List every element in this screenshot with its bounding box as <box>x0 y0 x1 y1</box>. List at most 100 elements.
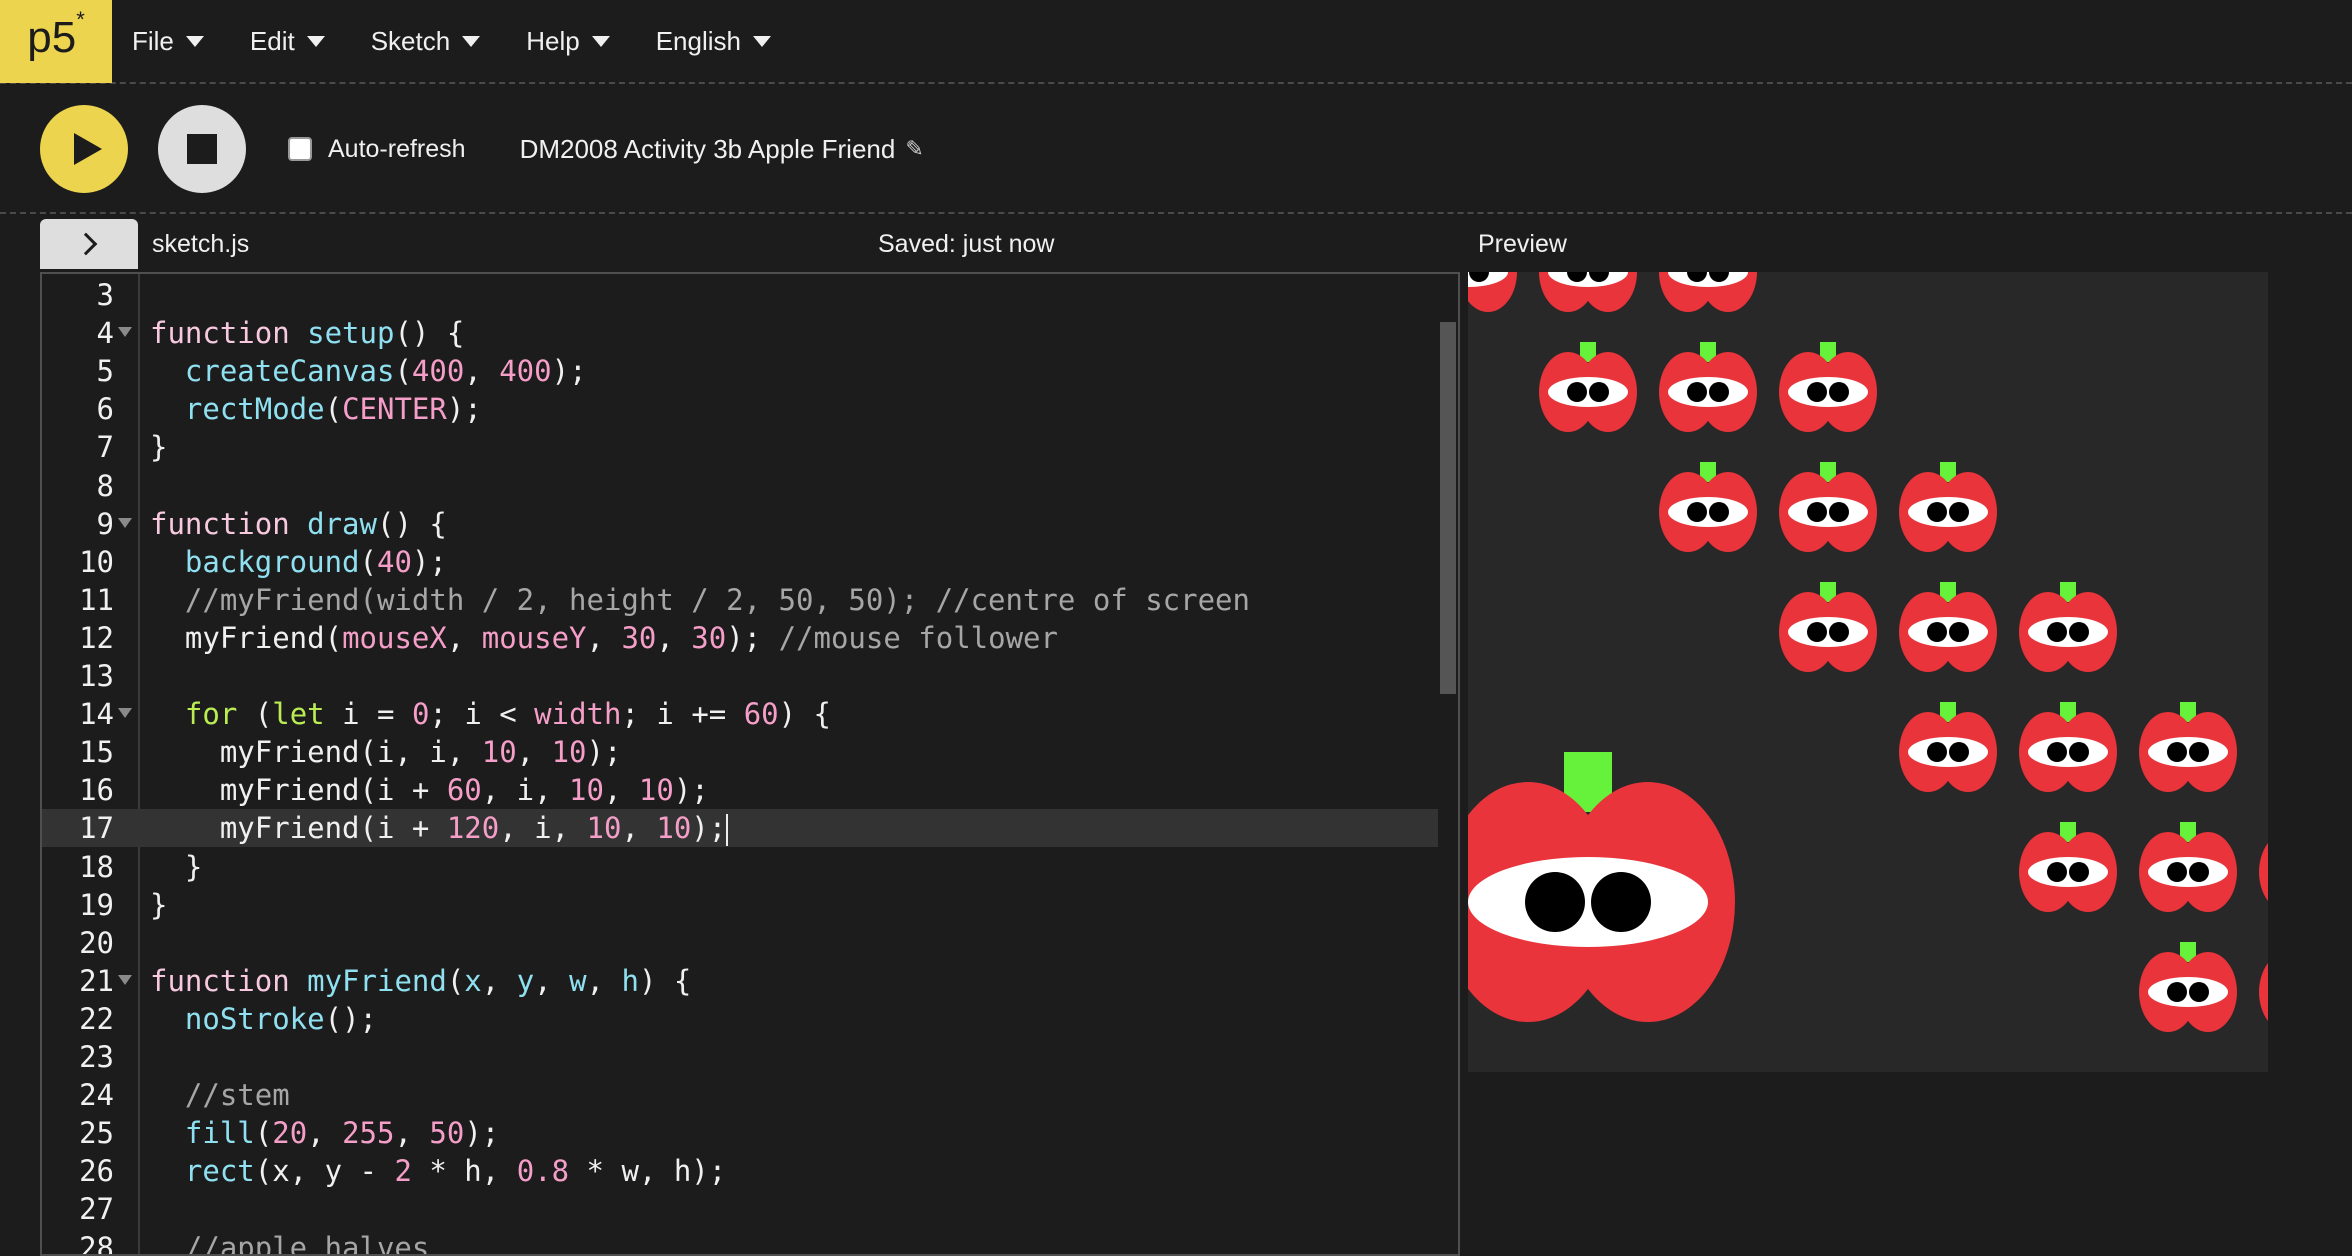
fold-arrow-icon[interactable] <box>118 708 132 719</box>
eye-white <box>1908 737 1988 767</box>
line-number: 5 <box>96 354 114 389</box>
pupil <box>1927 622 1947 642</box>
code-line[interactable]: 25 fill(20, 255, 50); <box>42 1114 1440 1152</box>
line-number: 9 <box>96 506 114 541</box>
code-line[interactable]: 16 myFriend(i + 60, i, 10, 10); <box>42 771 1440 809</box>
sketch-title[interactable]: DM2008 Activity 3b Apple Friend ✎ <box>520 134 924 165</box>
line-number: 13 <box>79 659 114 693</box>
menu-edit[interactable]: Edit <box>250 26 325 57</box>
code-line[interactable]: 8 <box>42 467 1440 505</box>
code-text: rect(x, y - 2 * h, 0.8 * w, h); <box>184 1154 727 1189</box>
text-cursor <box>726 814 729 847</box>
line-number: 6 <box>96 392 114 427</box>
code-line[interactable]: 15 myFriend(i, i, 10, 10); <box>42 733 1440 771</box>
line-number: 11 <box>79 582 114 617</box>
code-text: for (let i = 0; i < width; i += 60) { <box>184 697 832 732</box>
pupil <box>2047 862 2067 882</box>
pupil <box>1567 382 1587 402</box>
line-number: 17 <box>79 811 114 846</box>
code-text: myFriend(i, i, 10, 10); <box>150 735 622 770</box>
stop-button[interactable] <box>158 105 246 193</box>
eye-white <box>2148 857 2228 887</box>
play-button[interactable] <box>40 105 128 193</box>
eye-white <box>1468 857 1708 947</box>
expand-sidebar-button[interactable] <box>40 219 138 269</box>
code-text: } <box>150 849 203 884</box>
eye-white <box>1788 377 1868 407</box>
pupil <box>2069 862 2089 882</box>
auto-refresh-label: Auto-refresh <box>328 134 466 163</box>
pupil <box>2069 622 2089 642</box>
pupil <box>1949 742 1969 762</box>
code-editor[interactable]: 3 4 function setup() {5 createCanvas(400, … <box>40 272 1460 1256</box>
code-line[interactable]: 6 rectMode(CENTER); <box>42 390 1440 428</box>
line-number: 3 <box>96 278 114 312</box>
menu-language[interactable]: English <box>656 26 771 57</box>
pupil <box>1927 502 1947 522</box>
code-text: background(40); <box>184 544 447 579</box>
logo-asterisk: * <box>76 7 85 32</box>
code-line[interactable]: 23 <box>42 1038 1440 1076</box>
code-text: fill(20, 255, 50); <box>184 1116 500 1151</box>
code-line[interactable]: 10 background(40); <box>42 543 1440 581</box>
code-line[interactable]: 17 myFriend(i + 120, i, 10, 10); <box>42 809 1440 848</box>
p5-logo[interactable]: p5 * <box>0 0 112 83</box>
fold-arrow-icon[interactable] <box>118 517 132 528</box>
code-line[interactable]: 12 myFriend(mouseX, mouseY, 30, 30); //m… <box>42 619 1440 657</box>
code-text: function setup() { <box>150 316 465 351</box>
code-line[interactable]: 20 <box>42 924 1440 962</box>
chevron-right-icon <box>74 232 98 256</box>
scrollbar-thumb[interactable] <box>1440 322 1456 694</box>
code-line[interactable]: 27 <box>42 1190 1440 1228</box>
code-line[interactable]: 21 function myFriend(x, y, w, h) { <box>42 962 1440 1000</box>
menu-help[interactable]: Help <box>526 25 610 57</box>
pupil <box>1829 622 1849 642</box>
eye-white <box>2028 617 2108 647</box>
code-line[interactable]: 24 //stem <box>42 1076 1440 1114</box>
pupil <box>1687 502 1707 522</box>
pupil <box>1927 742 1947 762</box>
line-number: 12 <box>79 620 114 655</box>
menu-file[interactable]: File <box>132 26 204 57</box>
code-line[interactable]: 18 } <box>42 848 1440 886</box>
chevron-down-icon <box>752 35 771 47</box>
sketch-title-text: DM2008 Activity 3b Apple Friend <box>519 133 896 164</box>
code-text: //myFriend(width / 2, height / 2, 50, 50… <box>184 582 1250 617</box>
fold-arrow-icon[interactable] <box>118 327 132 338</box>
code-line[interactable]: 11 //myFriend(width / 2, height / 2, 50,… <box>42 581 1440 619</box>
fold-arrow-icon[interactable] <box>118 974 132 985</box>
code-line[interactable]: 3 <box>42 276 1440 314</box>
code-line[interactable]: 22 noStroke(); <box>42 1000 1440 1038</box>
code-text: //stem <box>184 1078 290 1113</box>
menu-edit-label: Edit <box>249 25 295 56</box>
save-status: Saved: just now <box>878 229 1055 258</box>
code-line[interactable]: 4 function setup() { <box>42 314 1440 352</box>
pupil <box>2167 982 2187 1002</box>
code-line[interactable]: 26 rect(x, y - 2 * h, 0.8 * w, h); <box>42 1152 1440 1190</box>
menu-help-label: Help <box>526 25 580 56</box>
code-line[interactable]: 19} <box>42 886 1440 924</box>
sketch-canvas[interactable] <box>1468 272 2268 1072</box>
menu-sketch[interactable]: Sketch <box>371 26 481 57</box>
auto-refresh-toggle[interactable]: Auto-refresh <box>288 135 466 164</box>
pupil <box>1709 502 1729 522</box>
code-line[interactable]: 14 for (let i = 0; i < width; i += 60) { <box>42 695 1440 733</box>
line-number: 20 <box>79 925 114 960</box>
line-number: 15 <box>79 735 114 770</box>
chevron-down-icon <box>306 35 325 47</box>
code-text: noStroke(); <box>184 1001 377 1036</box>
auto-refresh-checkbox[interactable] <box>288 137 312 161</box>
eye-white <box>1788 497 1868 527</box>
preview-canvas[interactable] <box>1468 272 2268 1072</box>
vertical-scrollbar[interactable] <box>1438 274 1458 1254</box>
editor-header: sketch.js Saved: just now <box>40 218 1460 270</box>
code-line[interactable]: 7} <box>42 428 1440 466</box>
code-line[interactable]: 5 createCanvas(400, 400); <box>42 352 1440 390</box>
code-line[interactable]: 9 function draw() { <box>42 505 1440 543</box>
pencil-icon[interactable]: ✎ <box>905 136 923 162</box>
code-line[interactable]: 28 //apple halves <box>42 1229 1440 1256</box>
code-line[interactable]: 13 <box>42 657 1440 695</box>
main-menu: File Edit Sketch Help English <box>132 26 817 57</box>
eye-white <box>2028 857 2108 887</box>
line-number: 28 <box>79 1230 114 1256</box>
